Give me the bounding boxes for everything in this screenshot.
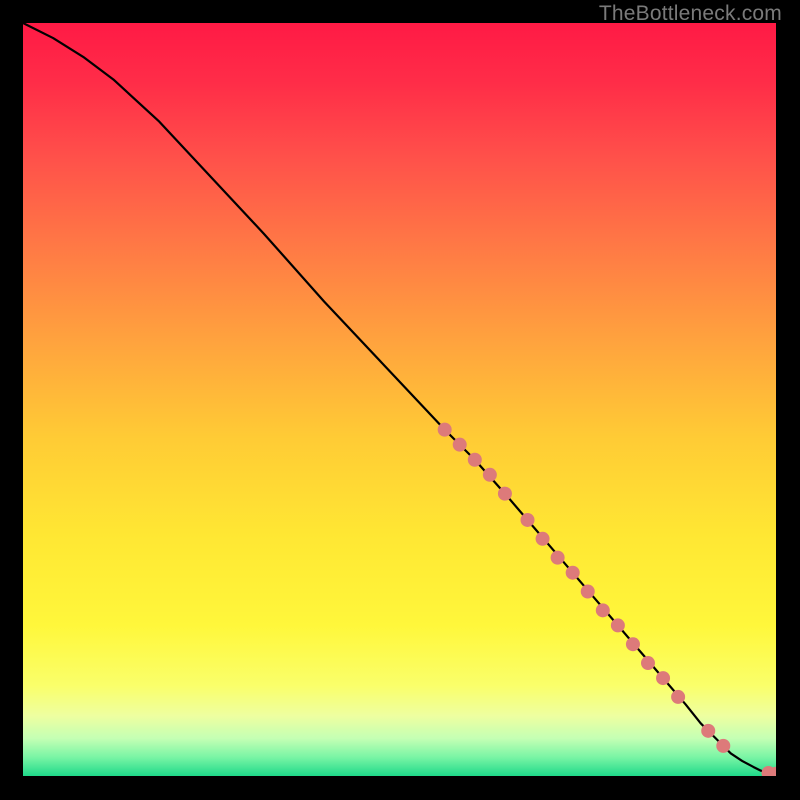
plot-background — [23, 23, 776, 776]
data-point — [656, 671, 670, 685]
data-point — [521, 513, 535, 527]
data-point — [453, 438, 467, 452]
data-point — [468, 453, 482, 467]
data-point — [596, 603, 610, 617]
data-point — [641, 656, 655, 670]
data-point — [701, 724, 715, 738]
plot-area — [23, 23, 776, 776]
data-point — [581, 585, 595, 599]
plot-canvas — [23, 23, 776, 776]
chart-stage: TheBottleneck.com — [0, 0, 800, 800]
data-point — [498, 487, 512, 501]
data-point — [551, 551, 565, 565]
data-point — [566, 566, 580, 580]
data-point — [611, 618, 625, 632]
data-point — [438, 423, 452, 437]
data-point — [626, 637, 640, 651]
data-point — [671, 690, 685, 704]
data-point — [483, 468, 497, 482]
watermark-text: TheBottleneck.com — [599, 2, 782, 26]
data-point — [536, 532, 550, 546]
data-point — [716, 739, 730, 753]
